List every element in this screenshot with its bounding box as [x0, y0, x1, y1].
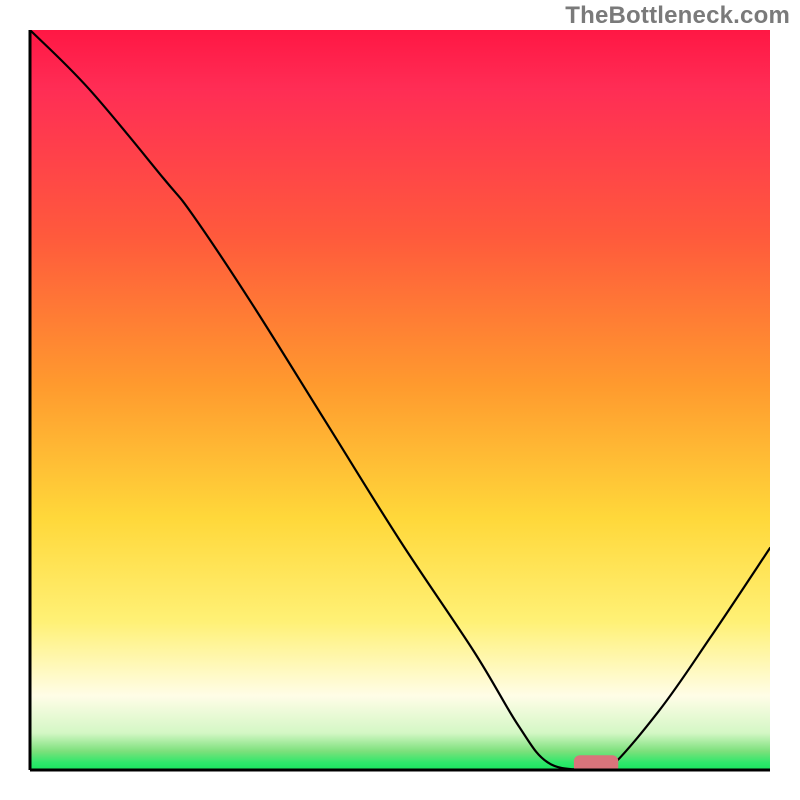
axes [0, 0, 800, 800]
chart-container: TheBottleneck.com [0, 0, 800, 800]
